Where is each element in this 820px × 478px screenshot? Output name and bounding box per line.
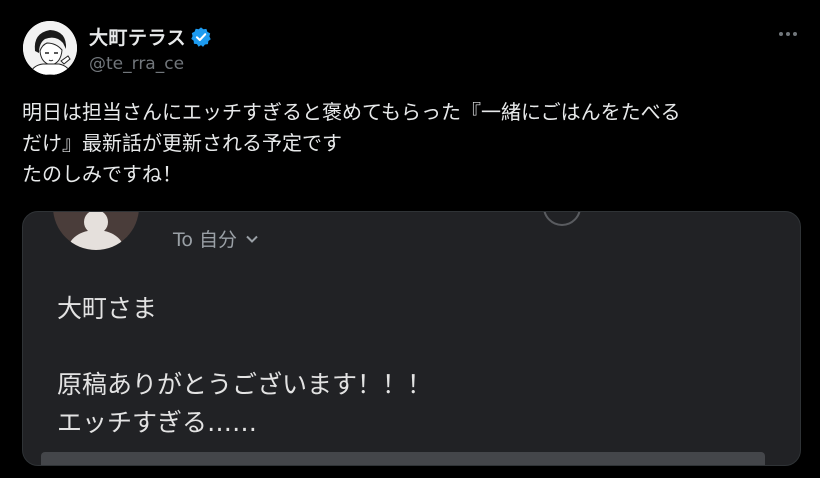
sender-avatar (53, 212, 139, 250)
author-display-name[interactable]: 大町テラス (89, 23, 186, 50)
tweet-text-line: 明日は担当さんにエッチすぎると褒めてもらった『一緒にごはんをたべる (22, 100, 681, 124)
email-body: 大町さま 原稿ありがとうございます！！！ エッチすぎる…… (57, 290, 432, 442)
tweet-image[interactable]: To 自分 大町さま 原稿ありがとうございます！！！ エッチすぎる…… (22, 211, 801, 466)
chevron-down-icon (246, 235, 258, 243)
email-body-line: 原稿ありがとうございます！！！ (57, 370, 433, 399)
email-recipient: To 自分 (173, 225, 259, 252)
tweet-text-line: たのしみですね！ (22, 162, 182, 186)
more-horizontal-icon (779, 32, 797, 36)
author-handle[interactable]: @te_rra_ce (89, 54, 184, 74)
verified-badge-icon[interactable] (190, 26, 212, 48)
tweet-text: 明日は担当さんにエッチすぎると褒めてもらった『一緒にごはんをたべる だけ』最新話… (22, 97, 802, 190)
author-avatar[interactable] (23, 21, 77, 75)
email-bottom-bar (41, 452, 765, 465)
email-body-line: エッチすぎる…… (57, 408, 258, 437)
email-greeting: 大町さま (57, 294, 158, 323)
tweet: 大町テラス @te_rra_ce 明日は担当さんにエッチすぎると褒めてもらった『… (0, 0, 820, 478)
tweet-text-line: だけ』最新話が更新される予定です (22, 131, 342, 155)
author-name-row[interactable]: 大町テラス (89, 23, 212, 50)
email-action-circle (543, 212, 581, 226)
sender-avatar-body (68, 230, 124, 250)
email-recipient-label: To 自分 (173, 229, 238, 251)
manga-character-avatar-icon (23, 21, 77, 75)
more-options-button[interactable] (776, 24, 800, 44)
